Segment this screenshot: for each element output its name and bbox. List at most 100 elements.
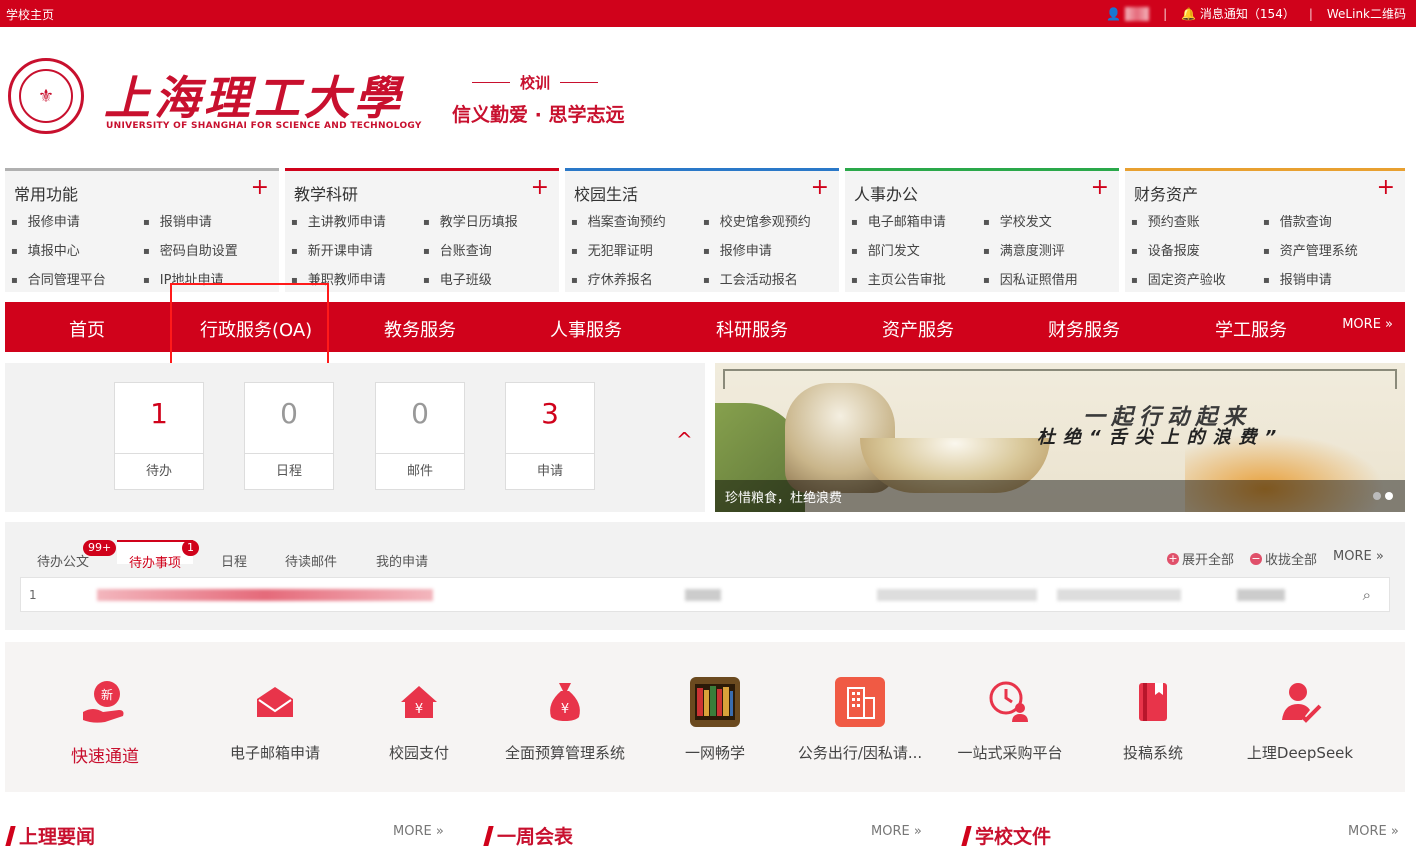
panel-link[interactable]: 档案查询预约 — [571, 211, 703, 230]
panel-link[interactable]: 报修申请 — [703, 240, 835, 259]
collapse-caret-icon[interactable]: ^ — [676, 428, 693, 452]
panel-link[interactable]: 资产管理系统 — [1263, 240, 1395, 259]
tab-unread-mail[interactable]: 待读邮件 — [285, 551, 337, 570]
user-icon: 👤 — [1106, 6, 1122, 21]
quick-item-budget[interactable]: ¥ 全面预算管理系统 — [495, 642, 635, 792]
section-meetings-more[interactable]: MORE » — [871, 824, 922, 839]
nav-hr[interactable]: 人事服务 — [550, 316, 622, 342]
panel-link[interactable]: 部门发文 — [851, 240, 983, 259]
section-meetings: 一周会表 — [483, 822, 573, 849]
table-row[interactable]: 1 ⌕ — [20, 577, 1390, 612]
user-menu[interactable]: 👤 — [1106, 6, 1150, 21]
section-title: 上理要闻 — [19, 826, 96, 848]
panel-link[interactable]: 主页公告审批 — [851, 269, 983, 288]
nav-home[interactable]: 首页 — [69, 316, 105, 342]
banner-dot-active[interactable] — [1385, 492, 1393, 500]
panel-link[interactable]: 校史馆参观预约 — [703, 211, 835, 230]
row-cell-blurred — [877, 589, 1037, 601]
nav-assets[interactable]: 资产服务 — [882, 316, 954, 342]
stat-value: 1 — [150, 397, 168, 430]
welink-qr-link[interactable]: WeLink二维码 — [1327, 5, 1406, 22]
panel-link[interactable]: 固定资产验收 — [1131, 269, 1263, 288]
quick-item-deepseek[interactable]: 上理DeepSeek — [1240, 642, 1360, 792]
panel-link[interactable]: 主讲教师申请 — [291, 211, 423, 230]
panel-link[interactable]: 新开课申请 — [291, 240, 423, 259]
panel-link[interactable]: 报销申请 — [143, 211, 275, 230]
stat-value: 0 — [411, 397, 429, 430]
clock-user-icon — [984, 676, 1036, 728]
stat-value: 3 — [541, 397, 559, 430]
panel-link[interactable]: 密码自助设置 — [143, 240, 275, 259]
quick-item-learning[interactable]: 一网畅学 — [665, 642, 765, 792]
panel-link[interactable]: 填报中心 — [11, 240, 143, 259]
panel-link[interactable]: 满意度测评 — [983, 240, 1115, 259]
stat-mail[interactable]: 0 邮件 — [375, 382, 465, 490]
expand-all-label: 展开全部 — [1182, 553, 1235, 568]
stat-todo[interactable]: 1 待办 — [114, 382, 204, 490]
panel-link[interactable]: 设备报废 — [1131, 240, 1263, 259]
motto-title: 校训 — [472, 72, 599, 93]
panel-link[interactable]: 电子邮箱申请 — [851, 211, 983, 230]
nav-academic[interactable]: 教务服务 — [384, 316, 456, 342]
plus-icon[interactable]: + — [1377, 177, 1395, 199]
collapse-all-button[interactable]: − 收拢全部 — [1250, 549, 1317, 568]
stat-schedule[interactable]: 0 日程 — [244, 382, 334, 490]
panel-link[interactable]: 无犯罪证明 — [571, 240, 703, 259]
collapse-all-label: 收拢全部 — [1265, 553, 1318, 568]
search-icon[interactable]: ⌕ — [1363, 586, 1371, 604]
quick-item-email[interactable]: 电子邮箱申请 — [215, 642, 335, 792]
motto: 信义勤爱 · 思学志远 — [452, 104, 625, 126]
panel-items: 主讲教师申请教学日历填报新开课申请台账查询兼职教师申请电子班级 — [291, 211, 557, 288]
banner-carousel[interactable]: 一起行动起来 杜绝“舌尖上的浪费” 珍惜粮食，杜绝浪费 — [715, 363, 1405, 512]
quick-item-travel[interactable]: 公务出行/因私请... — [790, 642, 930, 792]
school-emblem: ⚜ — [8, 58, 84, 134]
quick-item-procurement[interactable]: 一站式采购平台 — [945, 642, 1075, 792]
panel-link[interactable]: 工会活动报名 — [703, 269, 835, 288]
banner-dot[interactable] — [1373, 492, 1381, 500]
plus-icon[interactable]: + — [251, 177, 269, 199]
quick-item-fast-track[interactable]: 新 快速通道 — [55, 642, 155, 792]
expand-all-button[interactable]: + 展开全部 — [1167, 549, 1234, 568]
plus-icon[interactable]: + — [811, 177, 829, 199]
panel-title: 校园生活 — [574, 185, 639, 204]
nav-student[interactable]: 学工服务 — [1215, 316, 1287, 342]
panel-link[interactable]: 电子班级 — [423, 269, 555, 288]
panel-link[interactable]: 报修申请 — [11, 211, 143, 230]
plus-icon[interactable]: + — [531, 177, 549, 199]
badge-pending-docs: 99+ — [83, 540, 117, 556]
row-index: 1 — [29, 588, 37, 602]
tab-pending-items[interactable]: 待办事项 — [117, 540, 194, 571]
panel-link[interactable]: 学校发文 — [983, 211, 1115, 230]
panel-link[interactable]: 预约查账 — [1131, 211, 1263, 230]
messages-link[interactable]: 🔔 消息通知（154） — [1181, 5, 1295, 22]
tab-schedule[interactable]: 日程 — [221, 551, 247, 570]
row-cell-blurred — [685, 589, 721, 601]
tab-pending-docs[interactable]: 待办公文 — [37, 551, 89, 570]
nav-research[interactable]: 科研服务 — [716, 316, 788, 342]
tab-my-applications[interactable]: 我的申请 — [376, 551, 428, 570]
school-name-en: UNIVERSITY OF SHANGHAI FOR SCIENCE AND T… — [106, 121, 422, 131]
panel-link[interactable]: 借款查询 — [1263, 211, 1395, 230]
section-news-more[interactable]: MORE » — [393, 824, 444, 839]
nav-more[interactable]: MORE » — [1342, 317, 1393, 332]
bookshelf-icon — [689, 676, 741, 728]
stat-apply[interactable]: 3 申请 — [505, 382, 595, 490]
section-documents-more[interactable]: MORE » — [1348, 824, 1399, 839]
panel-link[interactable]: 合同管理平台 — [11, 269, 143, 288]
quick-item-submission[interactable]: 投稿系统 — [1103, 642, 1203, 792]
quick-item-label: 公务出行/因私请... — [797, 744, 923, 762]
nav-finance[interactable]: 财务服务 — [1048, 316, 1120, 342]
school-home-link[interactable]: 学校主页 — [6, 6, 54, 23]
panel-link[interactable]: 疗休养报名 — [571, 269, 703, 288]
panel-link[interactable]: 报销申请 — [1263, 269, 1395, 288]
quick-item-campus-pay[interactable]: ¥ 校园支付 — [369, 642, 469, 792]
mail-icon — [249, 676, 301, 728]
section-documents: 学校文件 — [961, 822, 1051, 849]
tasks-more-link[interactable]: MORE » — [1333, 549, 1384, 564]
quick-item-label: 电子邮箱申请 — [229, 744, 320, 762]
panel-link[interactable]: 教学日历填报 — [423, 211, 555, 230]
panel-link[interactable]: 台账查询 — [423, 240, 555, 259]
plus-icon[interactable]: + — [1091, 177, 1109, 199]
panel-link[interactable]: 因私证照借用 — [983, 269, 1115, 288]
minus-circle-icon: − — [1250, 551, 1262, 565]
